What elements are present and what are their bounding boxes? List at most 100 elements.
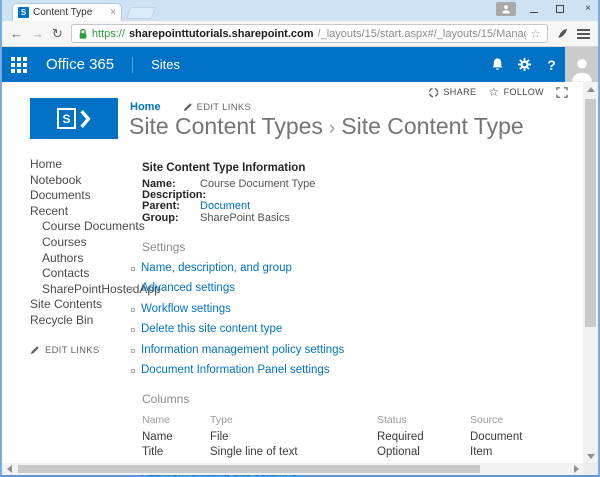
browser-menu-icon[interactable] (577, 29, 590, 39)
sidebar-edit-links[interactable]: EDIT LINKS (30, 345, 138, 356)
maximize-button[interactable] (556, 5, 568, 13)
person-icon (501, 4, 511, 14)
suite-bar: Office 365 Sites ? (2, 47, 598, 82)
settings-link-name-description-group[interactable]: Name, description, and group (141, 263, 292, 275)
suite-divider (132, 57, 133, 73)
breadcrumb-home-link[interactable]: Home (130, 101, 161, 113)
column-header: Type (210, 414, 377, 432)
sidebar-item-recycle-bin[interactable]: Recycle Bin (30, 313, 138, 329)
window-controls: × (496, 2, 594, 16)
column-header: Status (377, 414, 470, 432)
scroll-right-icon[interactable] (569, 463, 583, 475)
sidebar-item-notebook[interactable]: Notebook (30, 173, 138, 189)
column-source-link[interactable]: Item (470, 447, 562, 463)
follow-star-icon: ☆ (488, 85, 499, 99)
url-path: /_layouts/15/start.aspx#/_layouts/15/Man… (318, 28, 527, 40)
share-button[interactable]: SHARE (428, 87, 476, 98)
main-content: Site Content Type Information Name: Cour… (142, 162, 562, 477)
browser-titlebar: S Content Type × × (2, 0, 598, 21)
horizontal-scrollbar[interactable] (2, 463, 583, 475)
extension-icon[interactable] (556, 27, 569, 40)
pencil-icon (30, 345, 40, 355)
columns-heading: Columns (142, 392, 562, 406)
share-icon (428, 87, 439, 98)
site-logo[interactable]: S (30, 98, 118, 139)
tab-title: Content Type (33, 7, 106, 18)
settings-link-document-information-panel[interactable]: Document Information Panel settings (141, 365, 330, 377)
column-cell: Optional (377, 447, 470, 463)
scroll-left-icon[interactable] (2, 463, 16, 475)
account-avatar[interactable] (565, 47, 598, 82)
info-row-group: Group: SharePoint Basics (142, 213, 562, 224)
page-body: SHARE ☆ FOLLOW S Home (2, 82, 598, 475)
sidebar-item-recent[interactable]: Recent (30, 204, 138, 220)
notifications-bell-icon[interactable] (484, 47, 511, 82)
url-scheme: https:// (92, 28, 125, 40)
browser-tab[interactable]: S Content Type × (12, 3, 122, 21)
vertical-scroll-thumb[interactable] (585, 99, 596, 327)
padlock-icon (78, 28, 88, 40)
vertical-scrollbar[interactable] (583, 82, 598, 463)
settings-link-delete[interactable]: Delete this site content type (141, 324, 282, 336)
office-365-brand[interactable]: Office 365 (46, 56, 114, 73)
settings-gear-icon[interactable] (511, 47, 538, 82)
pencil-icon (183, 102, 193, 112)
sharepoint-logo-icon: S (57, 108, 76, 129)
sidebar-item-authors[interactable]: Authors (30, 251, 138, 267)
settings-link-information-policy[interactable]: Information management policy settings (141, 345, 344, 357)
focus-icon (556, 87, 568, 98)
scrollbar-corner (583, 463, 598, 475)
page-actions: SHARE ☆ FOLLOW (428, 85, 568, 99)
close-button[interactable]: × (582, 4, 594, 14)
url-domain: sharepointtutorials.sharepoint.com (129, 28, 314, 40)
left-navigation: Home Notebook Documents Recent Course Do… (30, 157, 138, 356)
address-bar[interactable]: https:// sharepointtutorials.sharepoint.c… (71, 24, 548, 43)
page-title: Site Content Types›Site Content Type (129, 113, 524, 140)
parent-content-type-link[interactable]: Document (200, 201, 250, 212)
settings-links: Name, description, and group Advanced se… (131, 263, 562, 377)
tab-close-icon[interactable]: × (110, 7, 116, 18)
column-header: Name (142, 414, 210, 432)
page-title-parent[interactable]: Site Content Types (129, 113, 323, 139)
help-icon[interactable]: ? (538, 47, 565, 82)
back-icon[interactable]: ← (10, 26, 23, 41)
focus-button[interactable] (556, 87, 568, 98)
column-source-link[interactable]: Document (470, 432, 562, 448)
app-launcher-icon[interactable] (2, 47, 36, 82)
columns-table: Name Type Status Source Name File Requir… (142, 414, 562, 463)
title-separator: › (323, 118, 341, 139)
browser-toolbar: ← → ↻ https:// sharepointtutorials.sharep… (2, 21, 598, 47)
scroll-down-icon[interactable] (583, 449, 598, 463)
forward-icon[interactable]: → (31, 26, 44, 41)
sidebar-item-courses[interactable]: Courses (30, 235, 138, 251)
settings-link-workflow[interactable]: Workflow settings (141, 304, 231, 316)
chevron-right-icon (79, 110, 91, 128)
square-bullet-icon (131, 308, 135, 312)
minimize-button[interactable] (530, 5, 542, 13)
new-tab-button[interactable] (126, 7, 156, 19)
browser-window: S Content Type × × ← → ↻ https://sharepo (0, 0, 600, 477)
settings-heading: Settings (142, 240, 562, 254)
column-name-link[interactable]: Title (142, 447, 210, 463)
sidebar-item-sharepointhostedapp[interactable]: SharePointHostedApp (30, 282, 138, 298)
scroll-up-icon[interactable] (583, 82, 598, 96)
square-bullet-icon (131, 287, 135, 291)
column-cell: File (210, 432, 377, 448)
sidebar-item-home[interactable]: Home (30, 157, 138, 173)
content-type-info-heading: Site Content Type Information (142, 162, 562, 174)
breadcrumb: Home EDIT LINKS (130, 101, 251, 113)
refresh-icon[interactable]: ↻ (52, 26, 63, 42)
bookmark-star-icon[interactable]: ☆ (530, 27, 541, 41)
follow-button[interactable]: ☆ FOLLOW (488, 85, 544, 99)
settings-link-advanced[interactable]: Advanced settings (141, 283, 235, 295)
suite-nav-sites[interactable]: Sites (151, 57, 180, 72)
square-bullet-icon (131, 328, 135, 332)
horizontal-scroll-thumb[interactable] (18, 465, 480, 473)
sidebar-item-course-documents[interactable]: Course Documents (30, 219, 138, 235)
sidebar-item-site-contents[interactable]: Site Contents (30, 297, 138, 313)
sidebar-item-contacts[interactable]: Contacts (30, 266, 138, 282)
sidebar-item-documents[interactable]: Documents (30, 188, 138, 204)
browser-profile-icon[interactable] (496, 2, 516, 16)
top-edit-links[interactable]: EDIT LINKS (183, 102, 252, 113)
square-bullet-icon (131, 349, 135, 353)
